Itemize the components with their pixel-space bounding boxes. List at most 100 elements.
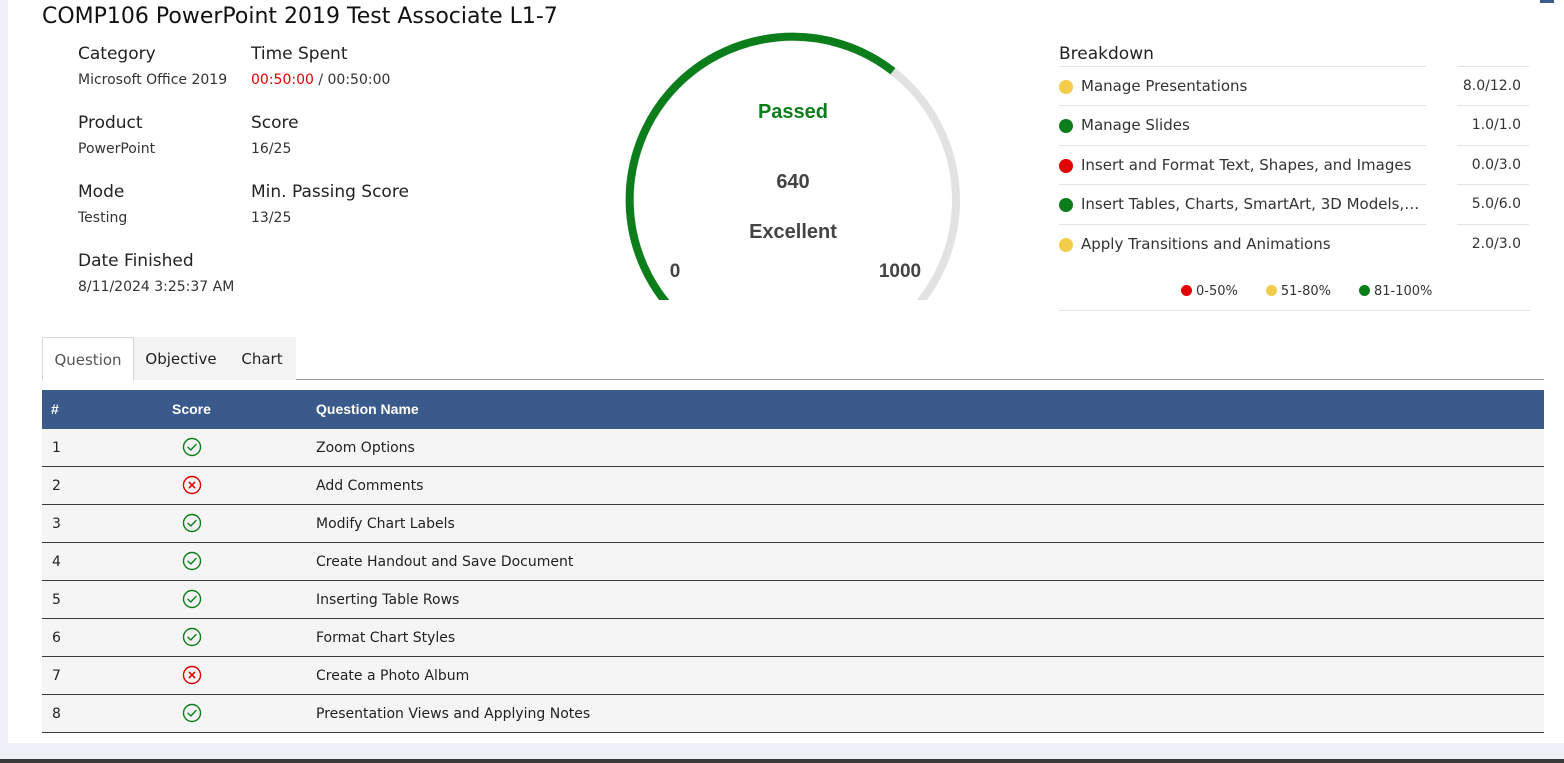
tab-objective[interactable]: Objective <box>134 337 228 380</box>
time-elapsed: 00:50:00 <box>251 72 314 88</box>
header-name: Question Name <box>316 401 419 417</box>
legend-label: 51-80% <box>1280 284 1331 299</box>
score-gauge: Passed 640 Excellent 0 1000 <box>608 25 978 319</box>
row-number: 5 <box>52 592 61 608</box>
breakdown-title: Breakdown <box>1059 44 1154 64</box>
time-spent-field: Time Spent 00:50:00 / 00:50:00 <box>251 44 390 88</box>
score-value: 16/25 <box>251 141 292 157</box>
product-field: Product PowerPoint <box>78 113 155 157</box>
mode-field: Mode Testing <box>78 182 127 226</box>
legend-dot-icon <box>1265 285 1277 296</box>
gauge-status: Passed <box>757 101 829 123</box>
legend-dot-icon <box>1181 285 1192 296</box>
header-score: Score <box>172 401 211 417</box>
legend-item: 81-100% <box>1359 284 1432 299</box>
breakdown-item-name: Insert and Format Text, Shapes, and Imag… <box>1081 155 1412 174</box>
status-dot-icon <box>1059 119 1073 134</box>
date-finished-value: 8/11/2024 3:25:37 AM <box>78 279 235 295</box>
question-name: Add Comments <box>316 478 424 494</box>
breakdown-item-name: Apply Transitions and Animations <box>1081 234 1331 253</box>
gauge-value: 640 <box>776 171 810 193</box>
question-name: Presentation Views and Applying Notes <box>316 706 591 722</box>
category-field: Category Microsoft Office 2019 <box>78 44 227 88</box>
min-passing-label: Min. Passing Score <box>251 182 409 202</box>
table-row[interactable]: 8 Presentation Views and Applying Notes <box>42 695 1544 733</box>
time-separator: / <box>313 72 328 88</box>
mode-value: Testing <box>78 210 128 226</box>
breakdown-divider <box>1059 310 1530 311</box>
page-title: COMP106 PowerPoint 2019 Test Associate L… <box>42 4 558 29</box>
status-dot-icon <box>1059 80 1073 94</box>
table-row[interactable]: 5 Inserting Table Rows <box>42 581 1544 619</box>
legend-label: 0-50% <box>1196 284 1238 299</box>
check-circle-icon <box>182 589 202 609</box>
table-row[interactable]: 6 Format Chart Styles <box>42 619 1544 657</box>
results-tabs: Question Objective Chart <box>42 337 1544 381</box>
breakdown-panel: Breakdown Manage Presentations Manage Sli… <box>1059 44 1530 311</box>
row-number: 8 <box>52 706 61 722</box>
legend-label: 81-100% <box>1374 284 1433 299</box>
table-body: 1 Zoom Options 2 Add Comments 3 Modify Chart … <box>42 429 1544 733</box>
table-row[interactable]: 4 Create Handout and Save Document <box>42 543 1544 581</box>
gauge-max-label: 1000 <box>878 261 922 282</box>
table-row[interactable]: 3 Modify Chart Labels <box>42 505 1544 543</box>
breakdown-item-name: Manage Slides <box>1081 116 1190 135</box>
breakdown-item: Insert and Format Text, Shapes, and Imag… <box>1059 144 1426 184</box>
row-number: 4 <box>52 554 61 570</box>
time-spent-label: Time Spent <box>251 44 348 64</box>
gauge-min-label: 0 <box>669 261 681 282</box>
breakdown-item-score: 5.0/6.0 <box>1457 184 1529 223</box>
date-finished-field: Date Finished 8/11/2024 3:25:37 AM <box>78 251 234 295</box>
product-value: PowerPoint <box>78 141 156 157</box>
status-dot-icon <box>1059 198 1073 213</box>
breakdown-item: Manage Slides <box>1059 105 1426 144</box>
table-row[interactable]: 1 Zoom Options <box>42 429 1544 467</box>
breakdown-item-name: Manage Presentations <box>1081 77 1248 95</box>
breakdown-item-score: 0.0/3.0 <box>1457 144 1529 184</box>
time-limit: 00:50:00 <box>327 72 391 88</box>
question-name: Create Handout and Save Document <box>316 554 574 570</box>
bottom-strip <box>0 759 1564 763</box>
date-finished-label: Date Finished <box>78 251 194 271</box>
category-value: Microsoft Office 2019 <box>78 72 228 88</box>
table-row[interactable]: 7 Create a Photo Album <box>42 657 1544 695</box>
min-passing-field: Min. Passing Score 13/25 <box>251 182 409 226</box>
check-circle-icon <box>182 551 202 571</box>
score-field: Score 16/25 <box>251 113 299 157</box>
row-number: 3 <box>52 516 61 532</box>
legend-dot-icon <box>1359 285 1370 296</box>
x-circle-icon <box>182 665 202 685</box>
breakdown-scores: 8.0/12.0 1.0/1.0 0.0/3.0 5.0/6.0 2.0/3.0 <box>1457 66 1529 263</box>
min-passing-value: 13/25 <box>251 210 292 226</box>
mode-label: Mode <box>78 182 125 202</box>
results-panel: COMP106 PowerPoint 2019 Test Associate L… <box>8 0 1564 743</box>
question-name: Create a Photo Album <box>316 668 470 684</box>
breakdown-item-name: Insert Tables, Charts, SmartArt, 3D Mode… <box>1081 195 1421 214</box>
breakdown-item-score: 8.0/12.0 <box>1457 66 1529 105</box>
breakdown-item: Insert Tables, Charts, SmartArt, 3D Mode… <box>1059 184 1426 223</box>
question-name: Modify Chart Labels <box>316 516 455 532</box>
check-circle-icon <box>182 513 202 533</box>
tab-question[interactable]: Question <box>42 337 134 381</box>
check-circle-icon <box>182 437 202 457</box>
corner-mark <box>1540 0 1554 3</box>
row-number: 6 <box>52 630 61 646</box>
gauge-rating: Excellent <box>749 221 837 243</box>
legend-item: 51-80% <box>1265 284 1331 299</box>
row-number: 1 <box>52 440 61 456</box>
row-number: 7 <box>52 668 61 684</box>
check-circle-icon <box>182 627 202 647</box>
legend-item: 0-50% <box>1181 284 1238 299</box>
gauge-svg <box>625 32 960 319</box>
breakdown-item-score: 2.0/3.0 <box>1457 223 1529 263</box>
breakdown-item: Apply Transitions and Animations <box>1059 223 1426 263</box>
question-name: Inserting Table Rows <box>316 592 460 608</box>
category-label: Category <box>78 44 156 64</box>
tab-chart[interactable]: Chart <box>228 337 296 380</box>
x-circle-icon <box>182 475 202 495</box>
table-row[interactable]: 2 Add Comments <box>42 467 1544 505</box>
score-label: Score <box>251 113 299 133</box>
breakdown-legend: 0-50% 51-80% 81-100% <box>1181 284 1460 299</box>
header-num: # <box>51 401 59 417</box>
breakdown-item: Manage Presentations <box>1059 66 1426 105</box>
